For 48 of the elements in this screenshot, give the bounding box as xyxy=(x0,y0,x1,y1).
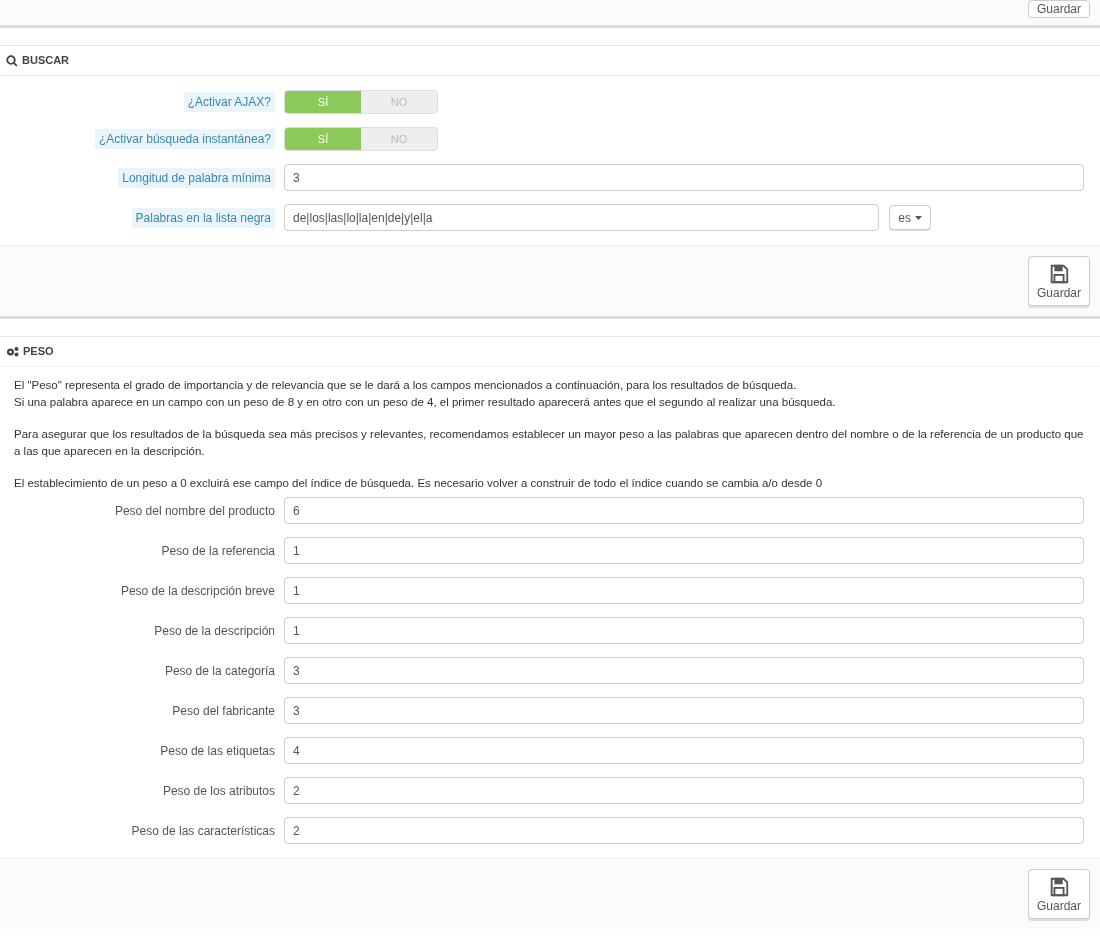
field-value: 2 xyxy=(293,822,300,839)
text-field[interactable]: 1 xyxy=(284,617,1084,644)
field-value: 1 xyxy=(293,582,300,599)
field-value: de|los|las|lo|la|en|de|y|el|a xyxy=(293,209,433,226)
field-value: 1 xyxy=(293,542,300,559)
field-label: Peso de la descripción breve xyxy=(120,582,275,599)
field-value: 3 xyxy=(293,702,300,719)
text-field[interactable]: 1 xyxy=(284,577,1084,604)
text-field[interactable]: de|los|las|lo|la|en|de|y|el|a xyxy=(284,204,880,231)
field-label: Peso de las etiquetas xyxy=(160,742,275,759)
field-value: 1 xyxy=(293,622,300,639)
text-field[interactable]: 3 xyxy=(284,697,1084,724)
text-field[interactable]: 4 xyxy=(284,737,1084,764)
text-field[interactable]: 2 xyxy=(284,777,1084,804)
field-value: 3 xyxy=(293,662,300,679)
field-label: Peso de la descripción xyxy=(154,622,275,639)
field-label: Peso de los atributos xyxy=(162,782,275,799)
field-value: 4 xyxy=(293,742,300,759)
field-value: 2 xyxy=(293,782,300,799)
panel-title: PESO xyxy=(23,344,54,360)
description-text: Para asegurar que los resultados de la búsqueda sea más precisos y relevantes, recomendamos establecer un mayor peso a las palabras que aparecen dentro del nombre o de la referencia de un producto que a las que aparecen en la descripción. xyxy=(14,427,1085,459)
save-button[interactable]: Guardar xyxy=(1027,0,1090,18)
language-dropdown[interactable]: es xyxy=(889,205,931,230)
text-field[interactable]: 3 xyxy=(284,164,1084,191)
field-value: 6 xyxy=(293,502,300,519)
field-label: ¿Activar AJAX? xyxy=(183,92,275,112)
field-label: Peso del nombre del producto xyxy=(114,502,275,519)
field-label: Peso de la categoría xyxy=(164,662,275,679)
caret-icon xyxy=(915,215,922,220)
description-text: Si una palabra aparece en un campo con un peso de 8 y en otro con un peso de 4, el primer resultado aparecerá antes que el segundo al realizar una búsqueda. xyxy=(14,395,837,410)
text-field[interactable]: 1 xyxy=(284,537,1084,564)
save-button[interactable]: Guardar xyxy=(1028,869,1090,919)
field-label: Longitud de palabra mínima xyxy=(118,167,275,188)
description-text: El "Peso" representa el grado de importancia y de relevancia que se le dará a los campos mencionados a continuación, para los resultados de búsqueda. xyxy=(14,378,798,393)
text-field[interactable]: 2 xyxy=(284,817,1084,844)
field-label: Peso del fabricante xyxy=(172,702,275,719)
text-field[interactable]: 3 xyxy=(284,657,1084,684)
field-label: Peso de las características xyxy=(131,822,275,839)
save-button[interactable]: Guardar xyxy=(1028,256,1090,306)
field-label: Palabras en la lista negra xyxy=(131,207,275,228)
field-label: Peso de la referencia xyxy=(161,542,275,559)
search-icon xyxy=(6,54,18,67)
field-label: ¿Activar búsqueda instantánea? xyxy=(94,129,275,149)
field-value: 3 xyxy=(293,169,300,186)
gears-icon xyxy=(6,346,19,357)
text-field[interactable]: 6 xyxy=(284,497,1084,524)
description-text: El establecimiento de un peso a 0 excluirá ese campo del índice de búsqueda. Es necesario volver a construir de todo el índice cuando se cambia a/o desde 0 xyxy=(14,476,824,491)
panel-title: BUSCAR xyxy=(22,53,70,69)
